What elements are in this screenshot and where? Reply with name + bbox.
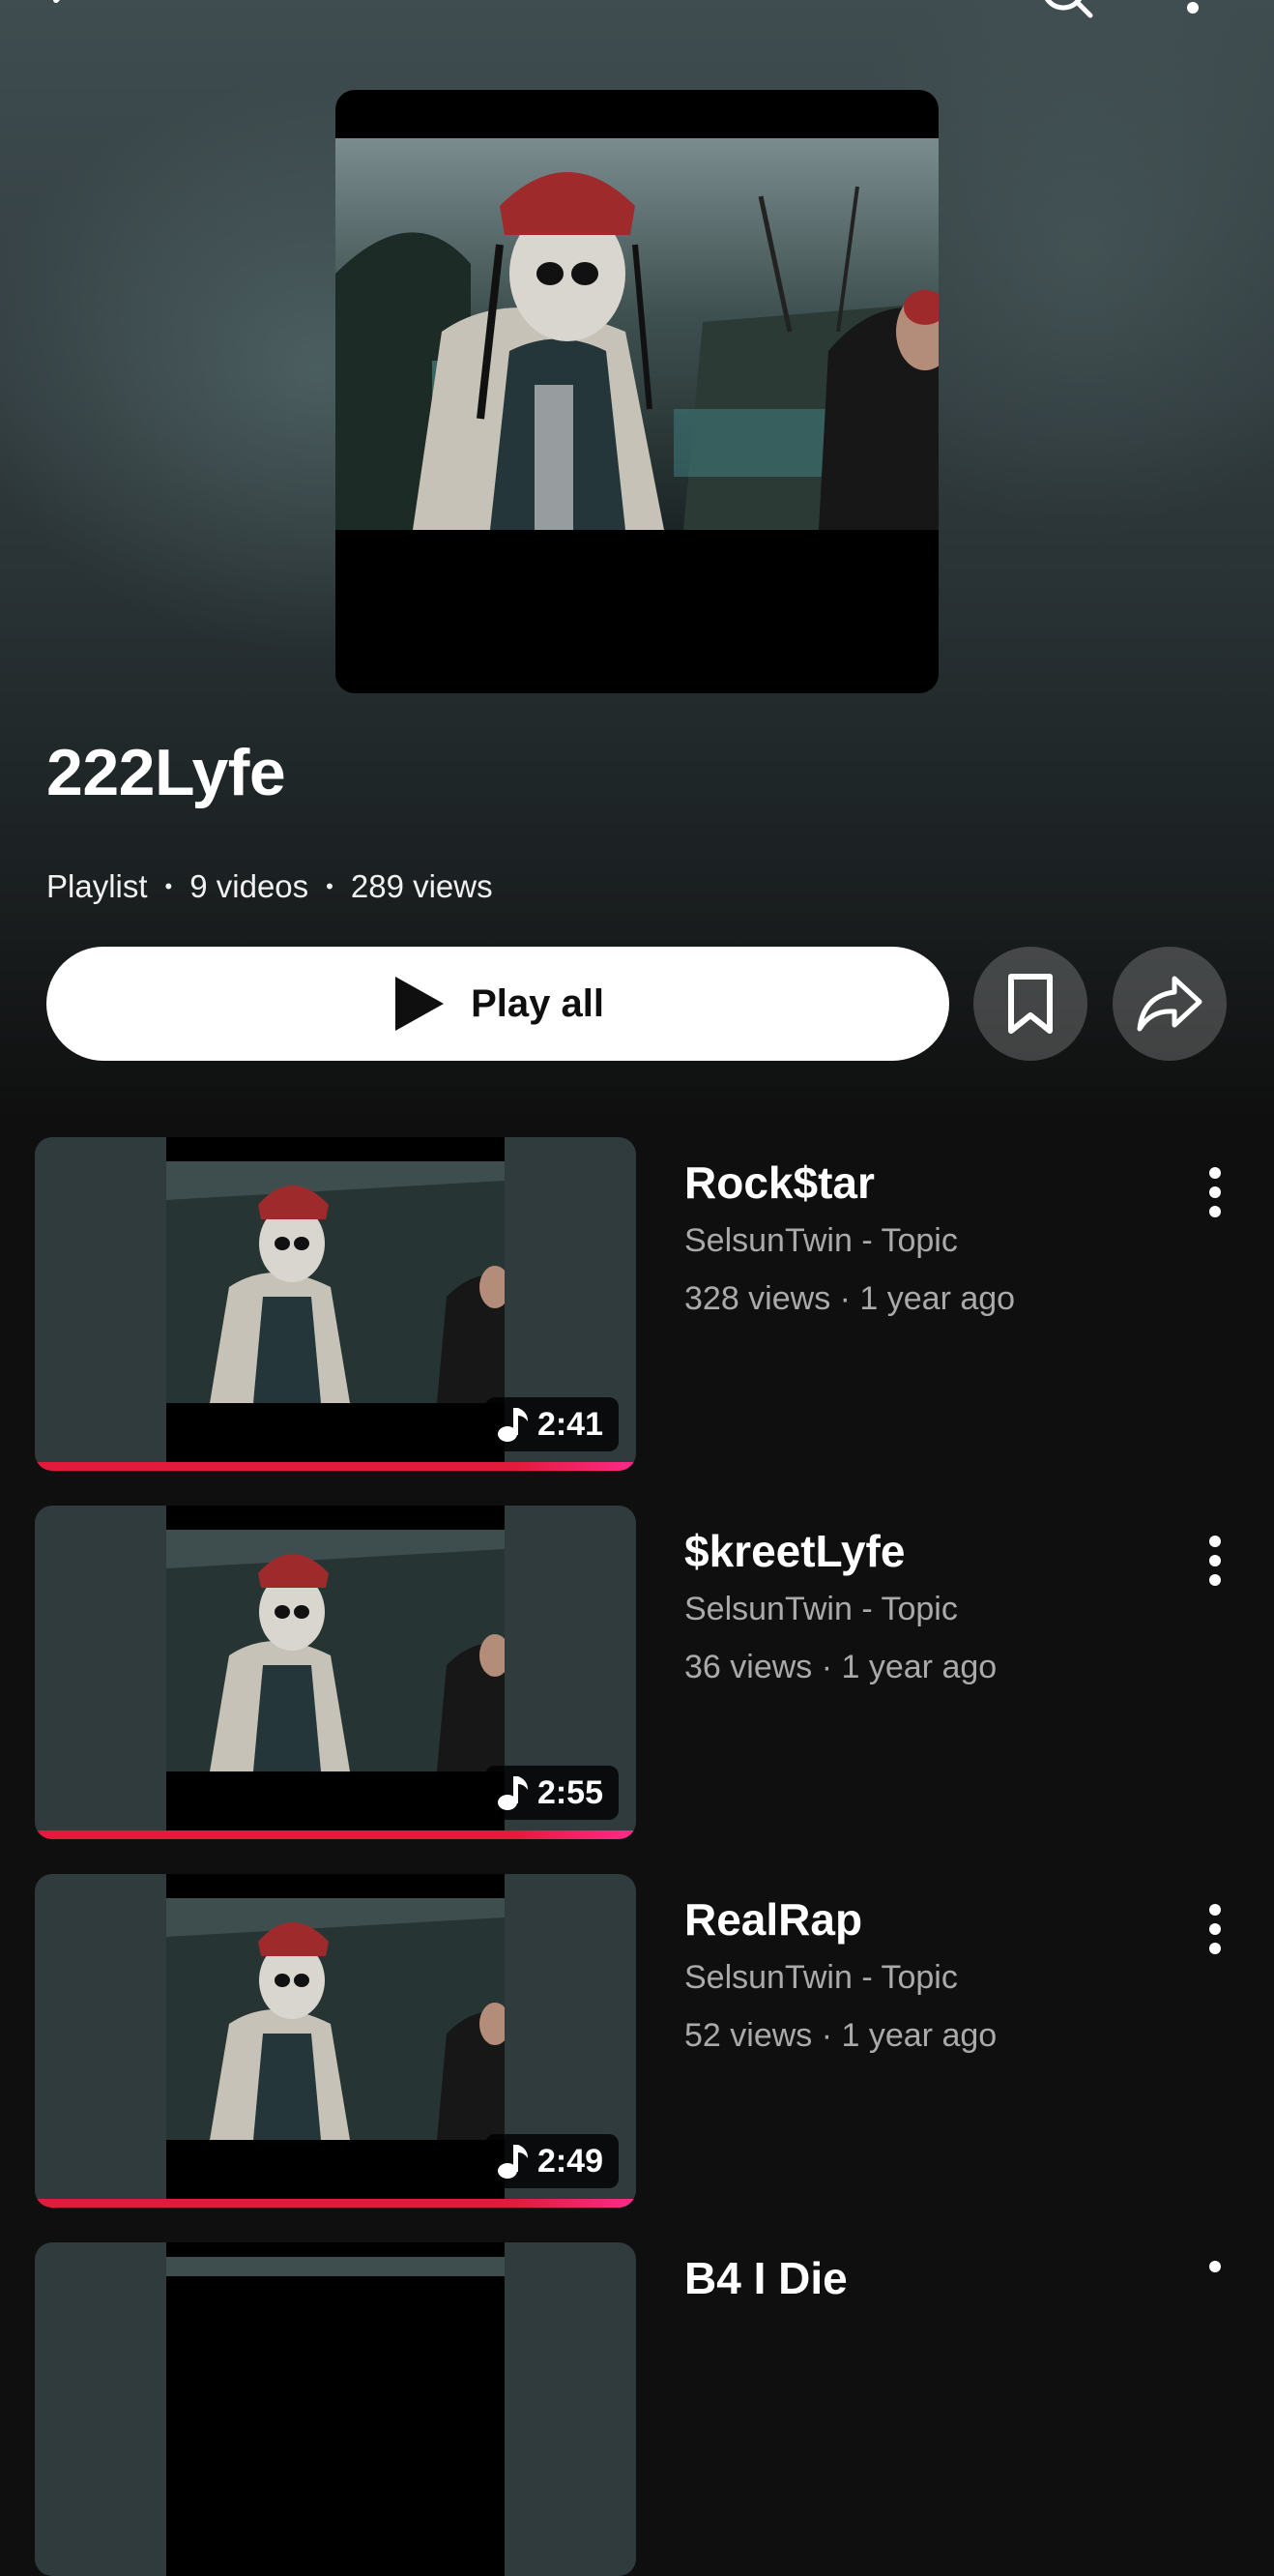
- thumbnail-frame: [166, 1874, 505, 2208]
- channel-name: SelsunTwin - Topic: [684, 1959, 958, 1996]
- thumbnail-frame: [166, 2242, 505, 2576]
- video-stats: 328 views · 1 year ago: [684, 1280, 1016, 1317]
- duration-badge: 2:55: [484, 1766, 619, 1820]
- thumbnail-frame: [166, 1506, 505, 1839]
- playlist-cover: [335, 90, 939, 693]
- thumbnail-artwork: [166, 1530, 505, 1771]
- more-options-button[interactable]: [1191, 1527, 1239, 1595]
- video-title[interactable]: RealRap: [684, 1893, 862, 1946]
- separator-dot: •: [326, 874, 333, 898]
- play-icon: [395, 977, 445, 1031]
- thumbnail-artwork: [166, 2257, 505, 2276]
- video-thumbnail[interactable]: 2:49: [35, 1874, 636, 2208]
- channel-name: SelsunTwin - Topic: [684, 1591, 958, 1627]
- list-item[interactable]: 2:49 RealRap SelsunTwin - Topic 52 views…: [35, 1874, 1253, 2208]
- list-item[interactable]: B4 I Die: [35, 2242, 1253, 2576]
- duration-text: 2:41: [536, 1405, 603, 1443]
- video-stats: 52 views · 1 year ago: [684, 2017, 998, 2054]
- video-title[interactable]: B4 I Die: [684, 2252, 848, 2304]
- more-vert-icon: [1209, 2261, 1221, 2272]
- more-options-button[interactable]: [1191, 1895, 1239, 1963]
- video-title[interactable]: $kreetLyfe: [684, 1525, 905, 1577]
- search-icon[interactable]: [1032, 0, 1100, 29]
- top-app-bar: [0, 0, 1274, 39]
- share-icon: [1137, 976, 1202, 1032]
- duration-badge: 2:49: [484, 2134, 619, 2188]
- list-item[interactable]: 2:55 $kreetLyfe SelsunTwin - Topic 36 vi…: [35, 1506, 1253, 1839]
- music-note-icon: [497, 1408, 528, 1442]
- play-all-label: Play all: [471, 981, 604, 1025]
- video-title[interactable]: Rock$tar: [684, 1156, 875, 1209]
- list-item[interactable]: 2:41 Rock$tar SelsunTwin - Topic 328 vie…: [35, 1137, 1253, 1471]
- play-all-button[interactable]: Play all: [46, 947, 949, 1061]
- music-note-icon: [497, 2145, 528, 2179]
- share-button[interactable]: [1113, 947, 1227, 1061]
- more-vert-icon[interactable]: [1183, 0, 1202, 19]
- video-thumbnail[interactable]: [35, 2242, 636, 2576]
- bookmark-icon: [1008, 974, 1053, 1034]
- more-options-button[interactable]: [1191, 2252, 1239, 2320]
- save-playlist-button[interactable]: [973, 947, 1087, 1061]
- duration-text: 2:55: [536, 1773, 603, 1811]
- playlist-meta: Playlist • 9 videos • 289 views: [46, 868, 493, 905]
- watch-progress-bar: [35, 1462, 636, 1471]
- watch-progress-bar: [35, 1830, 636, 1839]
- more-vert-icon: [1209, 1167, 1221, 1217]
- thumbnail-frame: [166, 1137, 505, 1471]
- video-thumbnail[interactable]: 2:41: [35, 1137, 636, 1471]
- more-vert-icon: [1209, 1536, 1221, 1586]
- view-count: 289 views: [350, 868, 493, 904]
- back-icon[interactable]: [39, 0, 97, 23]
- playlist-type: Playlist: [46, 868, 148, 904]
- more-vert-icon: [1209, 1904, 1221, 1954]
- channel-name: SelsunTwin - Topic: [684, 1222, 958, 1259]
- video-stats: 36 views · 1 year ago: [684, 1649, 998, 1685]
- video-count: 9 videos: [189, 868, 309, 904]
- more-options-button[interactable]: [1191, 1158, 1239, 1226]
- duration-text: 2:49: [536, 2142, 603, 2180]
- thumbnail-artwork: [166, 1898, 505, 2140]
- watch-progress-bar: [35, 2199, 636, 2208]
- playlist-title: 222Lyfe: [46, 736, 286, 809]
- separator-dot: •: [164, 874, 173, 898]
- cover-artwork: [335, 138, 939, 530]
- duration-badge: 2:41: [484, 1397, 619, 1451]
- thumbnail-artwork: [166, 1161, 505, 1403]
- music-note-icon: [497, 1776, 528, 1810]
- video-thumbnail[interactable]: 2:55: [35, 1506, 636, 1839]
